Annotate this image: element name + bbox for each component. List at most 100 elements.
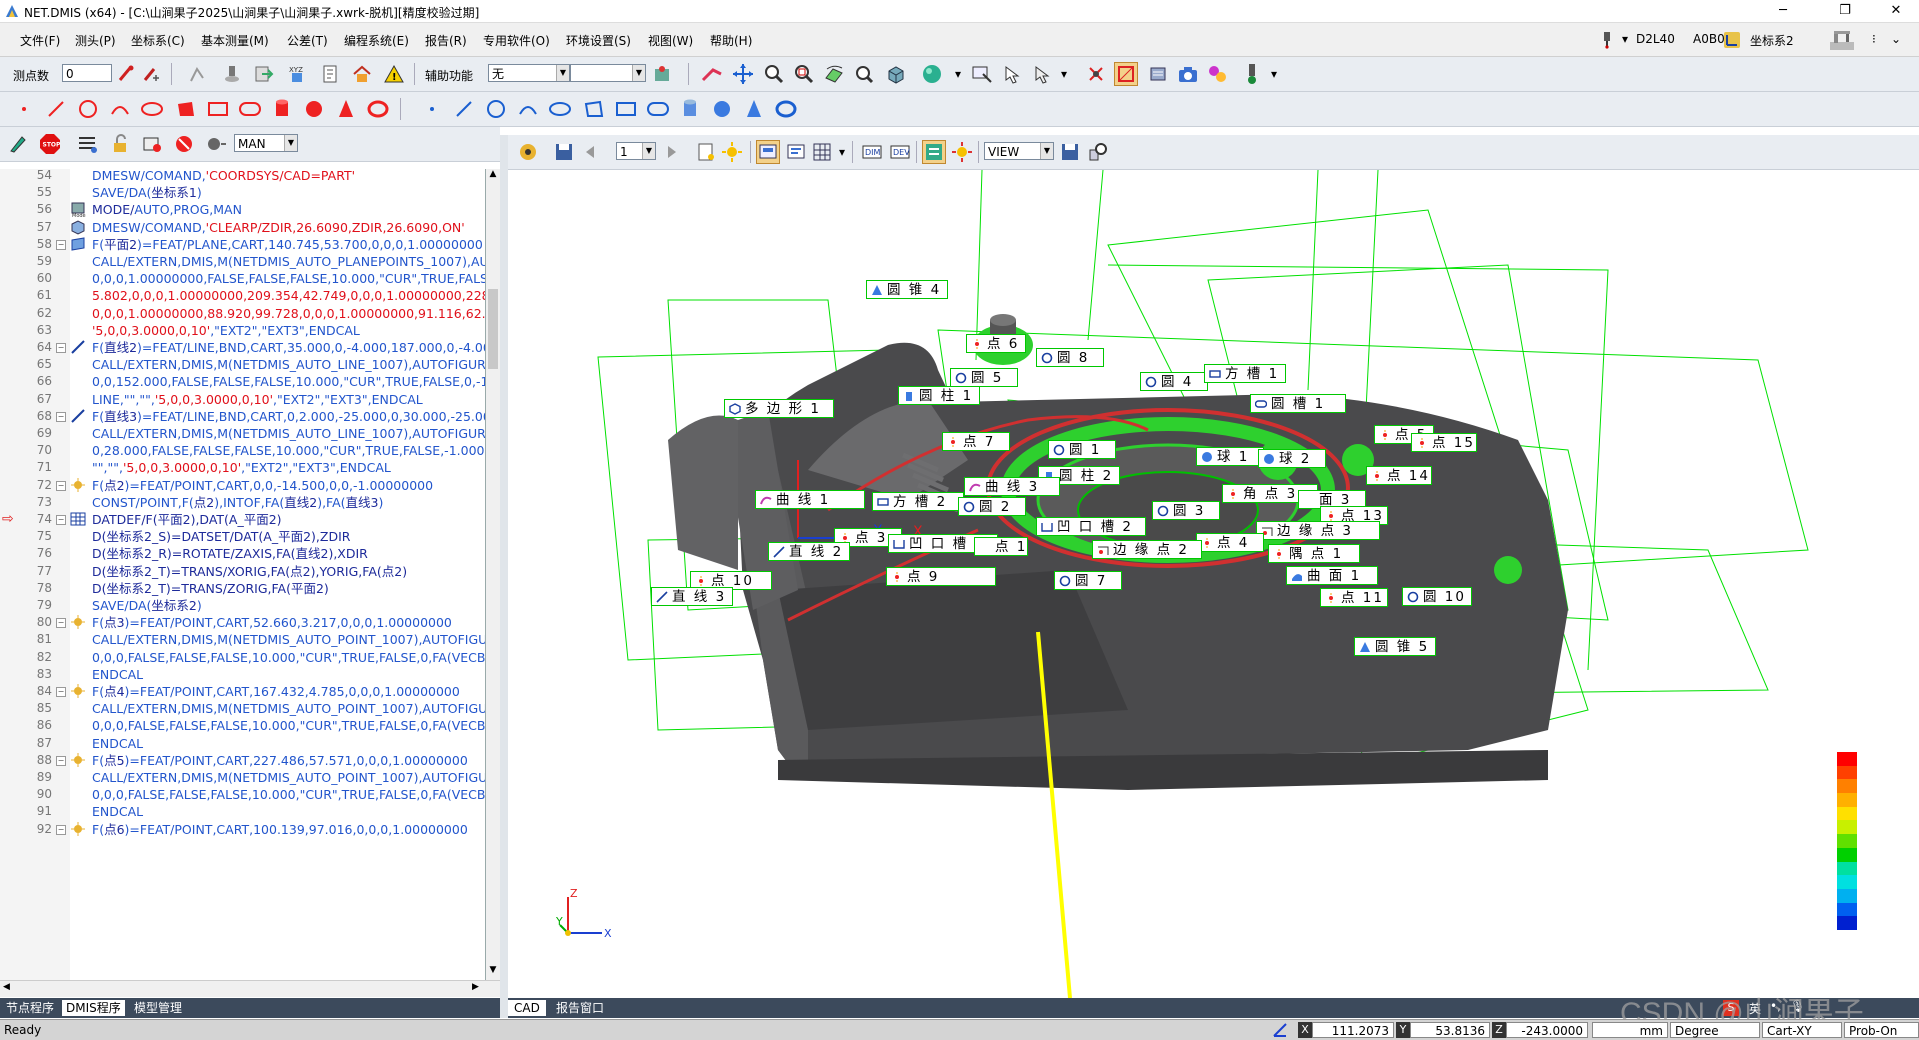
probe-view-icon[interactable] xyxy=(516,140,540,164)
probe-settings-icon[interactable] xyxy=(1240,62,1264,86)
feature-label[interactable]: 圆 8 xyxy=(1036,348,1104,367)
rectangle-feature-icon[interactable] xyxy=(206,97,230,121)
feature-label[interactable]: 点 11 xyxy=(1320,588,1388,607)
feature-label[interactable]: 球 2 xyxy=(1258,449,1326,468)
feature-label[interactable]: 点 6 xyxy=(966,334,1026,353)
feature-label[interactable]: 点 15 xyxy=(1411,433,1477,452)
feature-label[interactable]: 球 1 xyxy=(1196,447,1264,466)
cad-rectangle-icon[interactable] xyxy=(614,97,638,121)
xyz-icon[interactable]: XYZ xyxy=(286,62,310,86)
machine-icon[interactable] xyxy=(1828,28,1856,52)
circle-feature-icon[interactable] xyxy=(76,97,100,121)
editor-hscrollbar[interactable]: ◀ ▶ xyxy=(0,980,500,997)
dim-icon[interactable]: DIM xyxy=(860,140,884,164)
feature-label[interactable]: 圆 10 xyxy=(1402,587,1472,606)
unlock-icon[interactable] xyxy=(108,132,132,156)
coord-mode-select[interactable]: Cart-XY xyxy=(1762,1022,1842,1038)
cad-sphere-icon[interactable] xyxy=(710,97,734,121)
grid-dropdown-icon[interactable]: ▾ xyxy=(830,140,854,164)
cad-torus-icon[interactable] xyxy=(774,97,798,121)
program-list-icon[interactable] xyxy=(76,132,100,156)
zoom-window-icon[interactable] xyxy=(792,62,816,86)
feature-label[interactable]: 点 7 xyxy=(942,432,1010,451)
arc-feature-icon[interactable] xyxy=(108,97,132,121)
scroll-left-icon[interactable]: ◀ xyxy=(3,982,10,992)
dmis-program-editor[interactable]: 54 DMESW/COMAND,'COORDSYS/CAD=PART' 55 SAVE… xyxy=(0,168,486,982)
pick-icon[interactable] xyxy=(1000,62,1024,86)
aux-tool-icon[interactable] xyxy=(650,62,674,86)
move-probe-icon[interactable] xyxy=(220,62,244,86)
edit-program-icon[interactable] xyxy=(6,132,30,156)
fold-toggle-icon[interactable]: − xyxy=(56,343,66,353)
menu-programming[interactable]: 编程系统(E) xyxy=(344,32,409,49)
feature-label[interactable]: 圆 锥 5 xyxy=(1354,637,1436,656)
fold-toggle-icon[interactable]: − xyxy=(56,824,66,835)
pan-icon[interactable] xyxy=(731,62,755,86)
torus-feature-icon[interactable] xyxy=(366,97,390,121)
feature-label[interactable]: 圆 4 xyxy=(1140,372,1208,391)
camera-icon[interactable] xyxy=(1176,62,1200,86)
tab-node-program[interactable]: 节点程序 xyxy=(2,1000,58,1016)
fold-toggle-icon[interactable]: − xyxy=(56,480,66,491)
points-count-input[interactable]: 0 xyxy=(62,64,112,82)
next-page-icon[interactable] xyxy=(660,140,684,164)
clear-icon[interactable] xyxy=(140,132,164,156)
dev-icon[interactable]: DEV xyxy=(888,140,912,164)
graphic-report-icon[interactable] xyxy=(756,140,780,164)
label-display-icon[interactable] xyxy=(922,140,946,164)
feature-label[interactable]: 圆 柱 1 xyxy=(898,386,980,405)
feature-label[interactable]: 圆 槽 1 xyxy=(1250,394,1346,413)
feature-label[interactable]: 直 线 2 xyxy=(768,542,850,561)
coordinate-system-label[interactable]: 坐标系2 xyxy=(1750,32,1794,49)
measure-plan-icon[interactable] xyxy=(700,62,724,86)
mode-toggle-icon[interactable] xyxy=(204,132,228,156)
menu-report[interactable]: 报告(R) xyxy=(425,32,467,49)
panel-splitter[interactable] xyxy=(500,135,508,1018)
feature-label[interactable]: 点 9 xyxy=(886,567,996,586)
menu-chevron-icon[interactable]: ⌄ xyxy=(1891,32,1901,46)
render-dropdown-icon[interactable]: ▾ xyxy=(946,62,970,86)
feature-label[interactable]: 方 槽 1 xyxy=(1204,364,1286,383)
prev-page-icon[interactable] xyxy=(578,140,602,164)
feature-label[interactable]: 圆 2 xyxy=(958,497,1026,516)
code-line[interactable]: 92− F(点6)=FEAT/POINT,CART,100.139,97.016,… xyxy=(0,819,485,840)
feature-label[interactable]: 直 线 3 xyxy=(651,587,733,606)
scroll-up-icon[interactable]: ▲ xyxy=(488,169,498,183)
line-feature-icon[interactable] xyxy=(44,97,68,121)
cad-circle-icon[interactable] xyxy=(484,97,508,121)
delete-point-icon[interactable] xyxy=(114,62,138,86)
snap-icon[interactable] xyxy=(1084,62,1108,86)
ellipse-feature-icon[interactable] xyxy=(140,97,164,121)
cad-point-icon[interactable] xyxy=(420,97,444,121)
tab-cad[interactable]: CAD xyxy=(508,1000,546,1016)
select-arrow-icon[interactable] xyxy=(1030,62,1054,86)
feature-label[interactable]: 边 缘 点 3 xyxy=(1256,521,1380,540)
feature-label[interactable]: 圆 1 xyxy=(1048,440,1116,459)
feature-label[interactable]: 圆 7 xyxy=(1054,571,1122,590)
page-select[interactable]: 1 ▼ xyxy=(616,142,656,160)
maximize-button[interactable]: ❐ xyxy=(1822,0,1868,22)
slot-feature-icon[interactable] xyxy=(238,97,262,121)
feature-label[interactable]: 曲 面 1 xyxy=(1286,566,1378,585)
home-icon[interactable] xyxy=(350,62,374,86)
close-button[interactable]: ✕ xyxy=(1873,0,1919,22)
tools-icon[interactable] xyxy=(1206,62,1230,86)
cad-arc-icon[interactable] xyxy=(516,97,540,121)
wireframe-icon[interactable] xyxy=(1114,62,1138,86)
stop-icon[interactable]: STOP xyxy=(38,132,62,156)
fold-toggle-icon[interactable]: − xyxy=(56,515,66,525)
aux-function-select-2[interactable]: ▼ xyxy=(570,64,646,82)
feature-label[interactable]: 圆 3 xyxy=(1152,501,1220,520)
angle-unit-select[interactable]: Degree xyxy=(1670,1022,1760,1038)
fold-toggle-icon[interactable]: − xyxy=(56,755,66,766)
menu-file[interactable]: 文件(F) xyxy=(20,32,60,49)
cad-plane-icon[interactable] xyxy=(582,97,606,121)
zoom-fit-icon[interactable] xyxy=(852,62,876,86)
probe-path-icon[interactable] xyxy=(186,62,210,86)
select-window-icon[interactable] xyxy=(970,62,994,86)
cylinder-feature-icon[interactable] xyxy=(270,97,294,121)
probe-calibrate-icon[interactable] xyxy=(318,62,342,86)
feature-label[interactable]: 点 1 xyxy=(974,537,1028,556)
menu-special-software[interactable]: 专用软件(O) xyxy=(483,32,550,49)
mode-select[interactable]: MAN ▼ xyxy=(234,134,298,152)
